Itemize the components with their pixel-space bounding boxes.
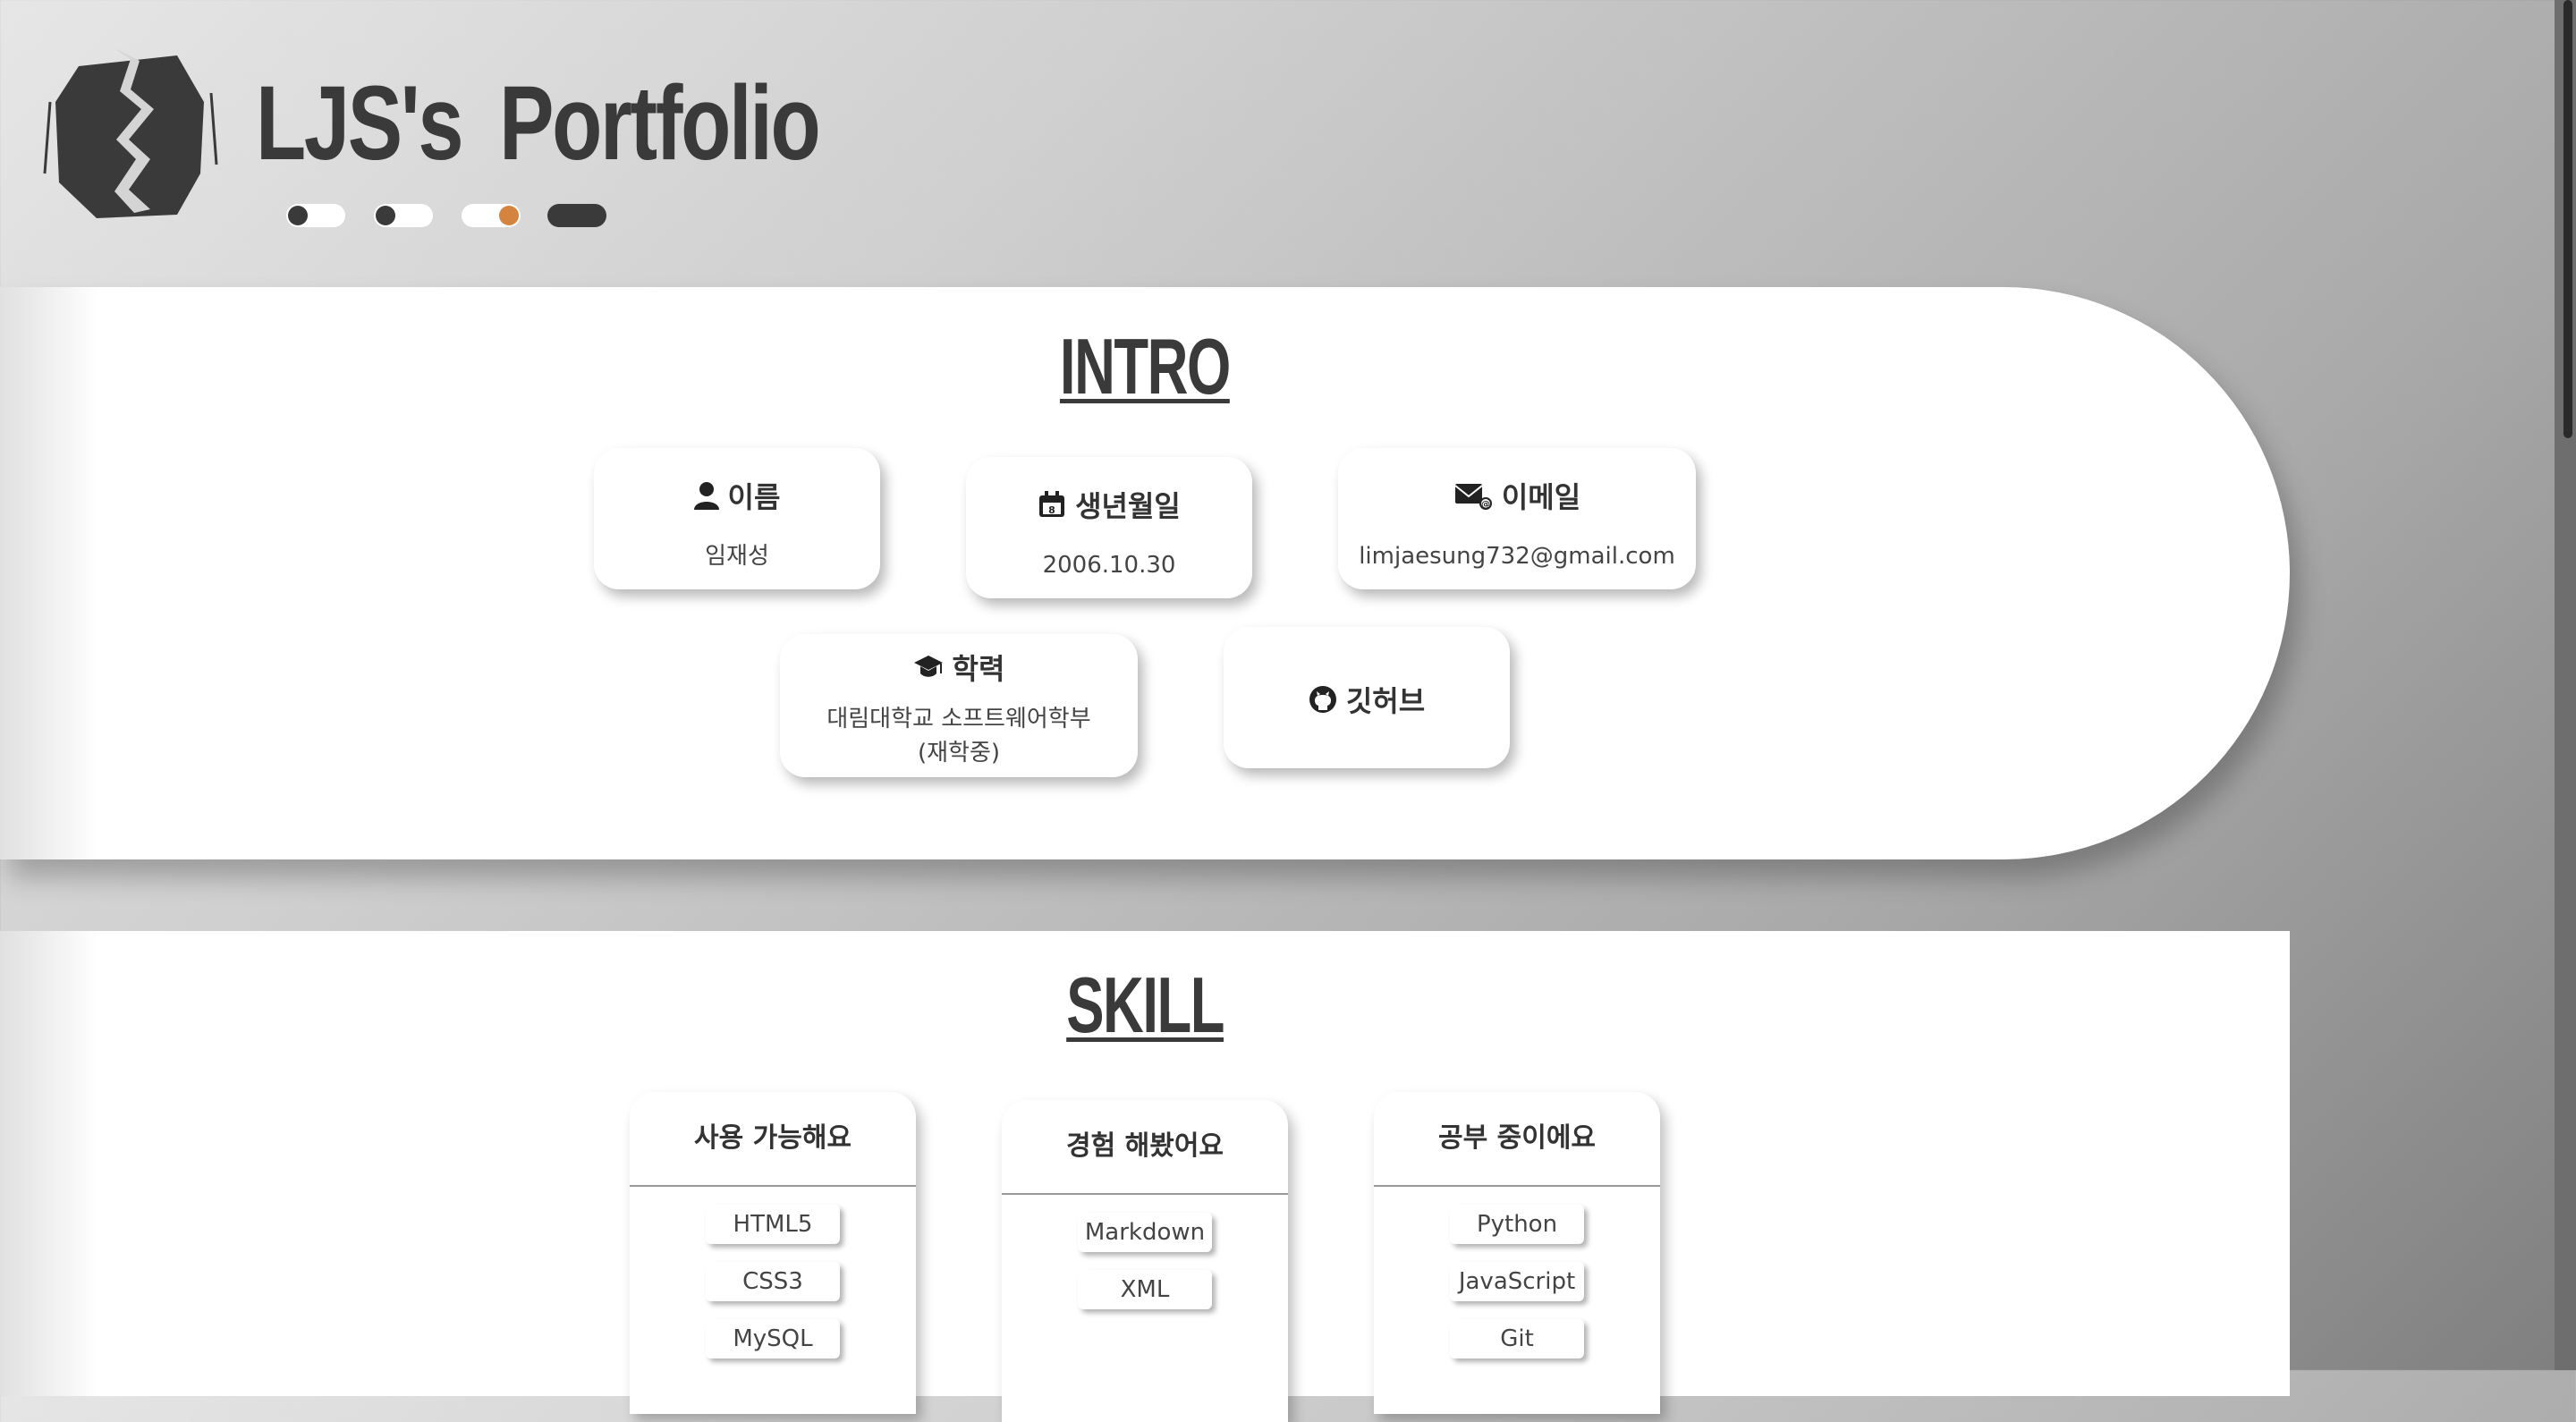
- skill-chip: Git: [1450, 1319, 1584, 1359]
- mail-icon: @: [1454, 484, 1492, 510]
- skill-chip: HTML5: [706, 1205, 840, 1244]
- skill-column-experienced: 경험 해봤어요 Markdown XML: [1002, 1100, 1288, 1422]
- skill-chip: CSS3: [706, 1262, 840, 1301]
- birth-card: 8 생년월일 2006.10.30: [966, 457, 1252, 598]
- svg-text:8: 8: [1048, 504, 1055, 516]
- skill-chip: Markdown: [1078, 1213, 1212, 1252]
- toggle-3[interactable]: [462, 204, 521, 227]
- skill-column-title: 경험 해봤어요: [1002, 1100, 1288, 1195]
- toggle-1[interactable]: [286, 204, 345, 227]
- lightning-crack-logo[interactable]: [43, 39, 218, 224]
- skill-column-studying: 공부 중이에요 Python JavaScript Git: [1374, 1092, 1660, 1414]
- github-label: 깃허브: [1345, 684, 1426, 718]
- graduation-cap-icon: [913, 656, 943, 677]
- birth-label: 생년월일: [1075, 489, 1181, 523]
- birth-value: 2006.10.30: [1042, 552, 1176, 579]
- skill-chip: JavaScript: [1450, 1262, 1584, 1301]
- education-value-line2: (재학중): [917, 740, 1001, 766]
- name-label: 이름: [727, 480, 781, 514]
- skill-chip: XML: [1078, 1270, 1212, 1309]
- skill-chip: Python: [1450, 1205, 1584, 1244]
- skill-column-title: 사용 가능해요: [630, 1092, 916, 1187]
- education-card: 학력 대림대학교 소프트웨어학부 (재학중): [780, 634, 1138, 777]
- skill-column-title: 공부 중이에요: [1374, 1092, 1660, 1187]
- scrollbar-thumb[interactable]: [2563, 0, 2572, 438]
- intro-title: INTRO: [1060, 322, 1231, 411]
- calendar-icon: 8: [1039, 491, 1065, 517]
- email-value[interactable]: limjaesung732@gmail.com: [1338, 539, 1696, 573]
- toggle-4[interactable]: [547, 204, 606, 227]
- education-label: 학력: [952, 652, 1005, 686]
- email-card: @ 이메일 limjaesung732@gmail.com: [1338, 448, 1696, 589]
- name-value: 임재성: [705, 543, 769, 570]
- name-card: 이름 임재성: [594, 448, 880, 589]
- skill-chip: MySQL: [706, 1319, 840, 1359]
- site-header: LJS's Portfolio: [0, 0, 2555, 286]
- skill-column-available: 사용 가능해요 HTML5 CSS3 MySQL: [630, 1092, 916, 1414]
- email-label: 이메일: [1501, 480, 1581, 514]
- github-card[interactable]: 깃허브: [1224, 627, 1510, 768]
- site-title: LJS's Portfolio: [256, 64, 821, 182]
- user-icon: [693, 482, 719, 510]
- skill-title: SKILL: [1066, 961, 1224, 1049]
- intro-section: INTRO 이름 임재성 8 생년월일 2006.10.30 @ 이메일 lim…: [0, 287, 2290, 859]
- toggle-2[interactable]: [374, 204, 433, 227]
- svg-text:@: @: [1481, 500, 1490, 510]
- github-icon: [1309, 686, 1336, 713]
- page-scrollbar[interactable]: [2555, 0, 2576, 1370]
- education-value-line1: 대림대학교 소프트웨어학부: [826, 706, 1091, 732]
